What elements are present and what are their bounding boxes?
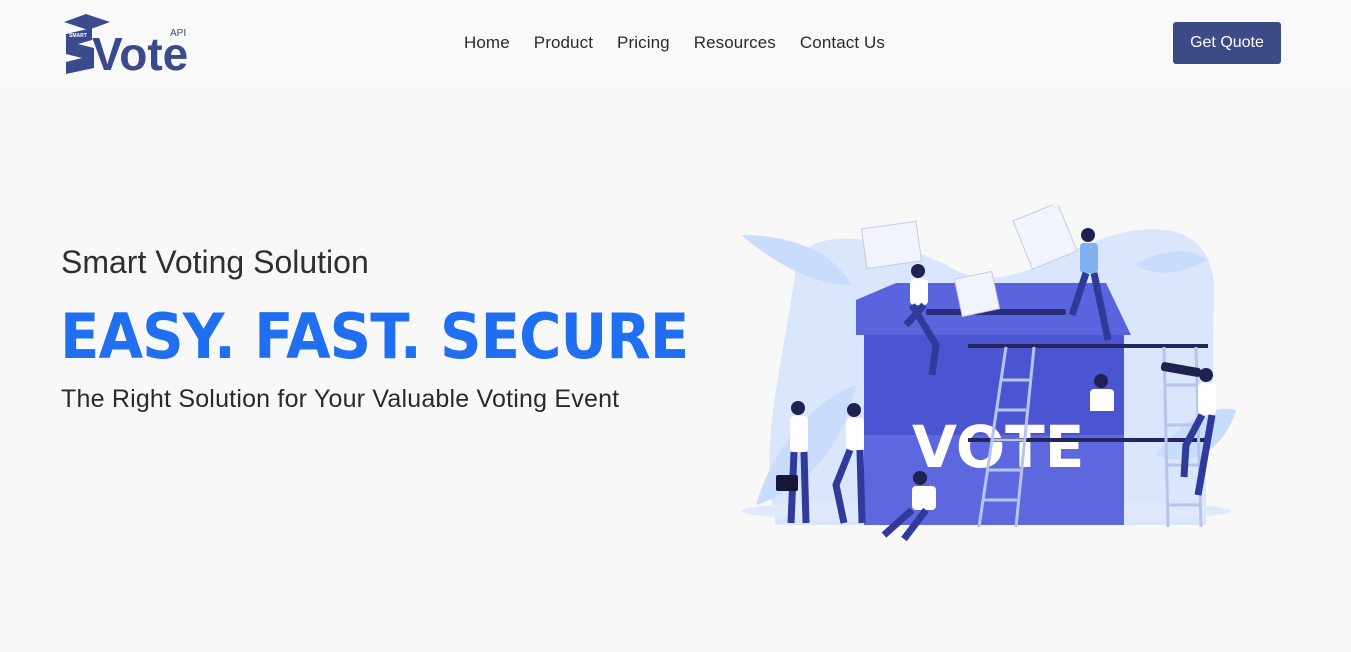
hero-title: EASY. FAST. SECURE xyxy=(60,300,689,373)
hero-subtitle: Smart Voting Solution xyxy=(61,244,369,280)
ballot-slot xyxy=(926,309,1066,315)
logo[interactable]: SMART Vote API xyxy=(62,12,192,74)
briefcase-icon xyxy=(776,475,798,491)
hero-description: The Right Solution for Your Valuable Vot… xyxy=(61,385,620,413)
logo-api-label: API xyxy=(170,28,186,39)
nav-product[interactable]: Product xyxy=(534,32,593,54)
nav-home[interactable]: Home xyxy=(464,32,510,54)
get-quote-button[interactable]: Get Quote xyxy=(1173,22,1281,64)
svg-text:SMART: SMART xyxy=(69,33,87,39)
nav-contact-us[interactable]: Contact Us xyxy=(800,32,885,54)
nav-pricing[interactable]: Pricing xyxy=(617,32,670,54)
main-nav: Home Product Pricing Resources Contact U… xyxy=(464,32,885,54)
site-header: SMART Vote API Home Product Pricing Reso… xyxy=(0,0,1351,86)
nav-resources[interactable]: Resources xyxy=(694,32,776,54)
ballot-box-illustration: VOTE xyxy=(741,205,1236,542)
